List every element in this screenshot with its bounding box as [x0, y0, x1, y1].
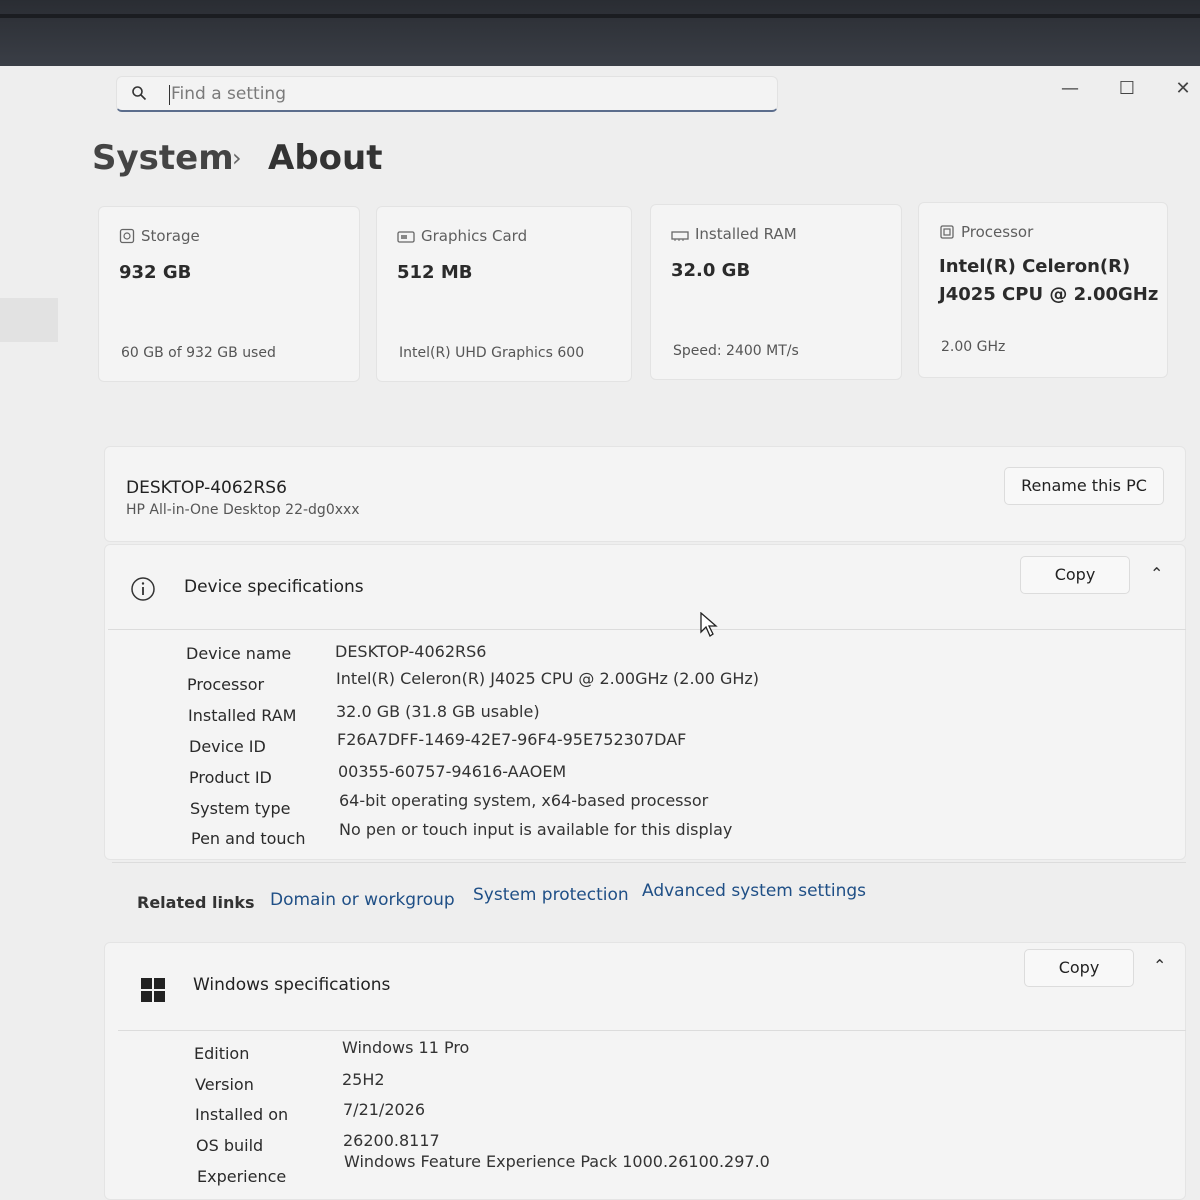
processor-line-1: Intel(R) Celeron(R) — [939, 256, 1131, 277]
tile-title: Processor — [961, 223, 1034, 241]
spec-label: System type — [190, 799, 291, 818]
spec-label: Experience — [197, 1167, 287, 1186]
pc-name: DESKTOP-4062RS6 — [126, 478, 287, 498]
sidebar-selected-item[interactable] — [0, 298, 58, 342]
spec-value: 00355-60757-94616-AAOEM — [338, 762, 567, 781]
graphics-card-icon — [397, 231, 415, 243]
copy-device-specs-button[interactable]: Copy — [1020, 556, 1130, 594]
breadcrumb-separator: › — [232, 144, 242, 172]
text-caret — [169, 85, 170, 105]
tile-header: Graphics Card — [397, 227, 527, 245]
windows-logo-icon — [141, 978, 165, 1002]
divider — [118, 1030, 1186, 1031]
link-advanced-system-settings[interactable]: Advanced system settings — [642, 881, 866, 901]
processor-tile[interactable]: Processor Intel(R) Celeron(R) J4025 CPU … — [918, 202, 1168, 378]
search-input[interactable]: Find a setting — [171, 84, 286, 104]
link-domain-or-workgroup[interactable]: Domain or workgroup — [270, 890, 455, 910]
minimize-button[interactable]: — — [1055, 78, 1085, 99]
tile-value: 932 GB — [119, 262, 192, 283]
rename-pc-button[interactable]: Rename this PC — [1004, 467, 1164, 505]
spec-value: 7/21/2026 — [343, 1100, 426, 1119]
spec-label: Device name — [186, 644, 292, 663]
tile-title: Graphics Card — [421, 227, 528, 245]
tile-header: Processor — [939, 223, 1033, 241]
tile-footer: 60 GB of 932 GB used — [121, 345, 276, 361]
search-icon — [132, 86, 147, 101]
processor-icon — [940, 225, 954, 239]
spec-label: Pen and touch — [191, 829, 306, 848]
tile-footer: Speed: 2400 MT/s — [673, 343, 799, 359]
spec-label: Processor — [187, 675, 265, 694]
spec-label: Edition — [194, 1044, 250, 1063]
windows-specs-title: Windows specifications — [193, 975, 391, 995]
divider — [112, 862, 1186, 863]
tile-value: Intel(R) Celeron(R) J4025 CPU @ 2.00GHz — [939, 253, 1158, 309]
spec-value: Intel(R) Celeron(R) J4025 CPU @ 2.00GHz … — [336, 669, 760, 688]
maximize-button[interactable]: ☐ — [1112, 78, 1142, 99]
page-title: About — [268, 138, 383, 178]
tile-value: 512 MB — [397, 262, 473, 283]
device-specs-title: Device specifications — [184, 577, 364, 597]
search-box[interactable]: Find a setting — [116, 76, 778, 112]
ram-icon — [671, 231, 689, 241]
spec-value: 26200.8117 — [343, 1131, 440, 1150]
spec-value: F26A7DFF-1469-42E7-96F4-95E752307DAF — [337, 730, 687, 749]
tile-value: 32.0 GB — [671, 260, 751, 281]
storage-icon — [119, 228, 135, 244]
bezel-edge — [0, 14, 1200, 18]
spec-value: 64-bit operating system, x64-based proce… — [339, 791, 709, 810]
processor-line-2: J4025 CPU @ 2.00GHz — [939, 284, 1159, 305]
tile-footer: 2.00 GHz — [941, 339, 1006, 355]
tile-header: Storage — [119, 227, 200, 245]
spec-label: Version — [195, 1075, 254, 1094]
close-button[interactable]: ✕ — [1168, 78, 1198, 99]
chevron-up-icon[interactable]: ⌃ — [1153, 956, 1166, 975]
info-icon — [131, 577, 155, 601]
spec-label: Installed on — [195, 1105, 289, 1124]
spec-value: Windows 11 Pro — [342, 1038, 470, 1057]
breadcrumb-system[interactable]: System — [92, 138, 234, 178]
storage-tile[interactable]: Storage 932 GB 60 GB of 932 GB used — [98, 206, 360, 382]
related-links-title: Related links — [137, 893, 255, 912]
tile-title: Installed RAM — [695, 225, 797, 243]
tile-header: Installed RAM — [671, 225, 797, 243]
monitor-bezel — [0, 0, 1200, 66]
spec-label: OS build — [196, 1136, 264, 1155]
spec-value: Windows Feature Experience Pack 1000.261… — [344, 1152, 770, 1171]
spec-label: Installed RAM — [188, 706, 297, 725]
graphics-card-tile[interactable]: Graphics Card 512 MB Intel(R) UHD Graphi… — [376, 206, 632, 382]
spec-value: 25H2 — [342, 1070, 385, 1089]
spec-value: DESKTOP-4062RS6 — [335, 642, 487, 661]
spec-label: Product ID — [189, 768, 272, 787]
pc-model: HP All-in-One Desktop 22-dg0xxx — [126, 502, 360, 518]
ram-tile[interactable]: Installed RAM 32.0 GB Speed: 2400 MT/s — [650, 204, 902, 380]
link-system-protection[interactable]: System protection — [473, 885, 629, 905]
mouse-pointer-icon — [700, 612, 718, 637]
chevron-up-icon[interactable]: ⌃ — [1150, 564, 1163, 583]
divider — [108, 629, 1186, 630]
spec-label: Device ID — [189, 737, 266, 756]
tile-footer: Intel(R) UHD Graphics 600 — [399, 345, 585, 361]
spec-value: 32.0 GB (31.8 GB usable) — [336, 702, 540, 721]
copy-windows-specs-button[interactable]: Copy — [1024, 949, 1134, 987]
tile-title: Storage — [141, 227, 200, 245]
spec-value: No pen or touch input is available for t… — [339, 820, 733, 839]
